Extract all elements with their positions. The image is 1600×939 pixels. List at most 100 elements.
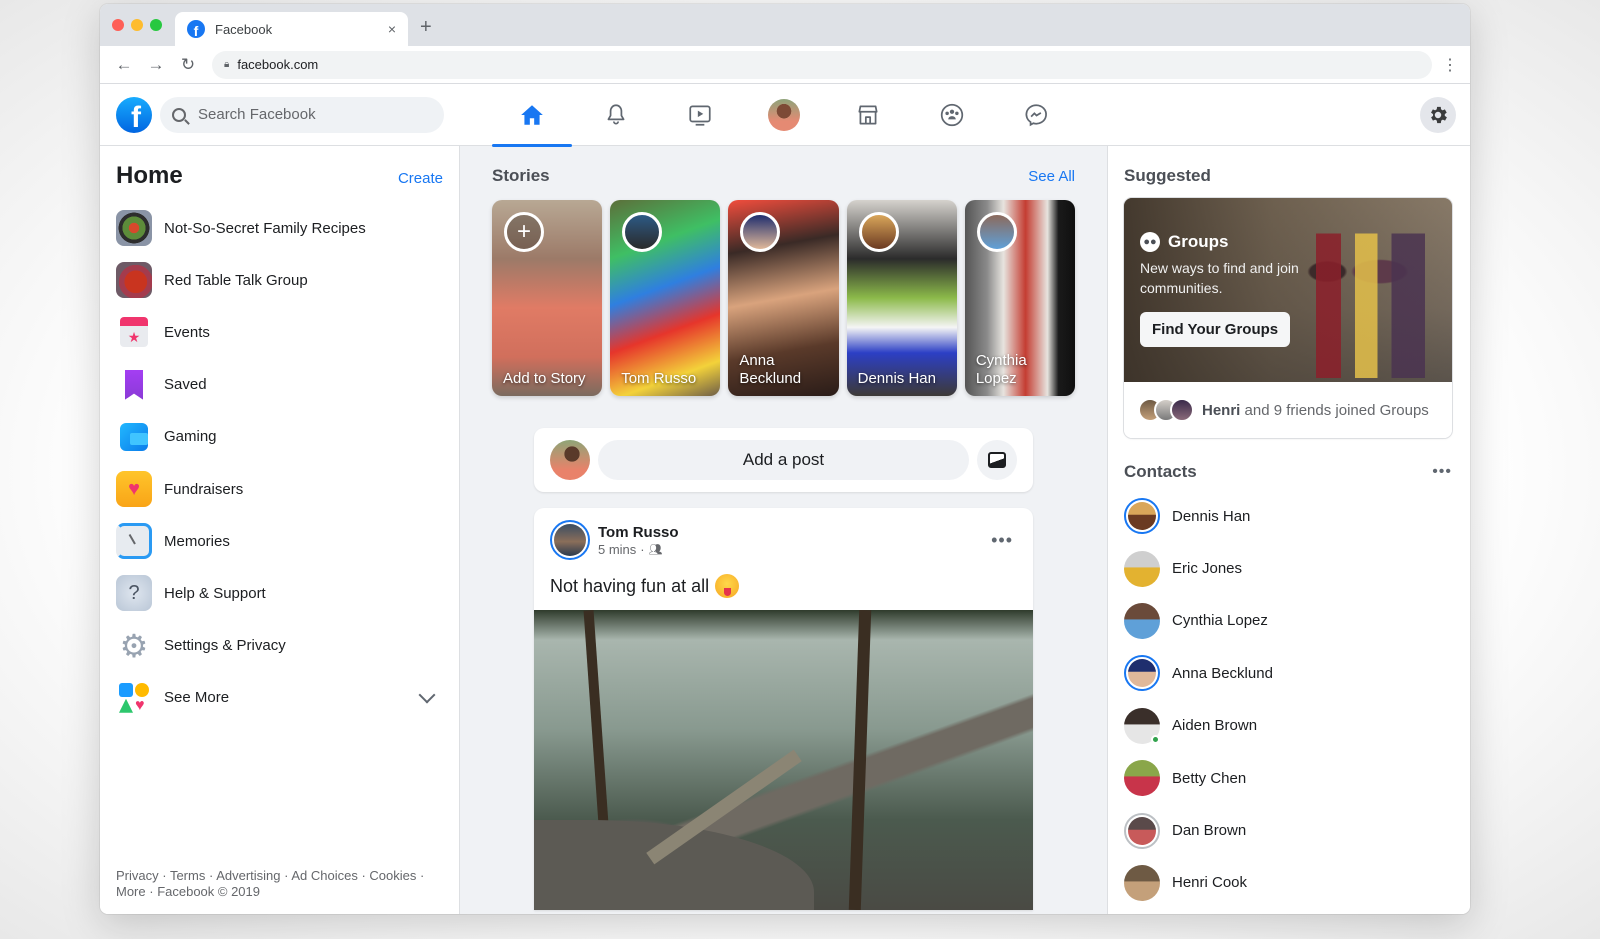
tab-marketplace[interactable] (826, 84, 910, 146)
contact-name: Dennis Han (1172, 507, 1251, 525)
post-timestamp[interactable]: 5 mins (598, 542, 636, 557)
post-options-button[interactable]: ••• (991, 530, 1017, 551)
footer-link-more[interactable]: More (116, 884, 146, 899)
add-post-input[interactable]: Add a post (598, 440, 969, 480)
forward-button[interactable]: → (140, 55, 172, 75)
story-avatar (976, 212, 1017, 252)
groups-social-proof[interactable]: Henri and 9 friends joined Groups (1124, 382, 1452, 438)
sidebar-item-label: Settings & Privacy (164, 637, 286, 655)
copyright: Facebook © 2019 (157, 884, 261, 899)
contact-avatar (1124, 498, 1160, 535)
address-bar[interactable]: 🔒︎ facebook.com (212, 50, 1432, 79)
shapes-icon: ♥ (116, 680, 152, 716)
contact-avatar (1124, 707, 1160, 744)
calendar-icon: ★ (116, 314, 152, 350)
question-glyph: ? (128, 581, 140, 604)
sidebar-item-memories[interactable]: Memories (116, 515, 443, 567)
sidebar-item-events[interactable]: ★ Events (116, 306, 443, 358)
back-button[interactable]: ← (108, 55, 140, 75)
post-photo[interactable] (534, 610, 1033, 910)
tab-watch[interactable] (658, 84, 742, 146)
new-tab-button[interactable]: + (420, 16, 432, 39)
find-your-groups-button[interactable]: Find Your Groups (1140, 312, 1291, 347)
groups-icon (940, 103, 964, 127)
post-text: Not having fun at all (550, 575, 710, 596)
story-avatar (622, 212, 663, 252)
separator: · (280, 868, 292, 883)
sidebar-item-family-recipes[interactable]: Not-So-Secret Family Recipes (116, 202, 443, 254)
sidebar-item-red-table-talk[interactable]: Red Table Talk Group (116, 254, 443, 306)
sidebar-item-label: Fundraisers (164, 480, 244, 498)
reload-button[interactable]: ↻ (172, 55, 204, 75)
groups-suggestion-card: ●● Groups New ways to find and join comm… (1124, 198, 1452, 438)
sidebar-item-fundraisers[interactable]: ♥ Fundraisers (116, 463, 443, 515)
settings-button[interactable] (1420, 97, 1456, 133)
tab-profile[interactable] (742, 84, 826, 146)
story-card[interactable]: Tom Russo (610, 200, 721, 396)
post-author[interactable]: Tom Russo (598, 524, 991, 541)
star-icon: ★ (127, 328, 141, 345)
footer-link-cookies[interactable]: Cookies (369, 868, 416, 883)
sidebar-item-see-more[interactable]: ♥ See More (116, 672, 443, 724)
facebook-top-nav: f (100, 84, 1470, 147)
video-icon (689, 105, 711, 126)
maximize-window-button[interactable] (150, 19, 162, 31)
news-feed: Stories See All + Add to Story Tom Russo… (460, 146, 1107, 914)
post-composer: Add a post (534, 428, 1033, 492)
story-name: Tom Russo (621, 370, 697, 387)
left-sidebar: Home Create Not-So-Secret Family Recipes… (100, 146, 460, 914)
create-link[interactable]: Create (398, 170, 443, 187)
close-tab-icon[interactable]: × (388, 21, 396, 37)
bell-icon (607, 104, 625, 125)
browser-menu-button[interactable]: ⋮ (1438, 55, 1462, 75)
friends-audience-icon: 👥︎ (648, 543, 663, 556)
story-card-add[interactable]: + Add to Story (492, 200, 603, 396)
see-all-stories-link[interactable]: See All (1028, 168, 1075, 185)
post-author-avatar[interactable] (550, 520, 590, 560)
tab-messenger[interactable] (994, 84, 1078, 146)
question-icon: ? (116, 575, 152, 612)
contact-item[interactable]: Aiden Brown (1124, 700, 1452, 752)
tab-home[interactable] (490, 84, 574, 147)
facebook-logo[interactable]: f (116, 96, 152, 133)
contact-item[interactable]: Dan Brown (1124, 804, 1452, 856)
minimize-window-button[interactable] (131, 19, 143, 31)
contacts-options-button[interactable]: ••• (1432, 463, 1452, 481)
footer-link-terms[interactable]: Terms (170, 868, 205, 883)
settings-gear-icon: ⚙ (116, 628, 152, 664)
footer-link-ad-choices[interactable]: Ad Choices (291, 868, 357, 883)
sidebar-item-gaming[interactable]: Gaming (116, 411, 443, 463)
story-card[interactable]: Dennis Han (846, 200, 957, 396)
add-photo-button[interactable] (977, 440, 1017, 480)
sidebar-item-saved[interactable]: Saved (116, 359, 443, 411)
search-input[interactable] (198, 106, 418, 123)
tab-groups[interactable] (910, 84, 994, 146)
search-box[interactable] (160, 96, 444, 133)
contact-item[interactable]: Betty Chen (1124, 752, 1452, 804)
contact-item[interactable]: Anna Becklund (1124, 647, 1452, 699)
contact-item[interactable]: Eric Jones (1124, 542, 1452, 594)
tab-notifications[interactable] (574, 84, 658, 146)
separator: · (416, 868, 425, 883)
my-avatar[interactable] (550, 440, 590, 480)
contact-item[interactable]: Dennis Han (1124, 490, 1452, 542)
contact-name: Eric Jones (1172, 560, 1243, 578)
contact-name: Dan Brown (1172, 822, 1247, 840)
chevron-down-icon[interactable] (418, 686, 436, 704)
group-recipes-icon (116, 210, 152, 247)
contact-item[interactable]: Henri Cook (1124, 857, 1452, 909)
contact-item[interactable]: Cynthia Lopez (1124, 595, 1452, 647)
close-window-button[interactable] (112, 19, 124, 31)
story-card[interactable]: Anna Becklund (728, 200, 839, 396)
story-card[interactable]: Cynthia Lopez (964, 200, 1076, 396)
separator: · (357, 868, 370, 883)
groups-icon: ●● (1140, 232, 1160, 252)
gear-icon (1431, 106, 1447, 124)
sidebar-item-settings[interactable]: ⚙ Settings & Privacy (116, 620, 443, 672)
sidebar-item-help[interactable]: ? Help & Support (116, 567, 443, 619)
footer-link-advertising[interactable]: Advertising (216, 868, 280, 883)
browser-tab[interactable]: f Facebook × (175, 12, 408, 46)
contact-avatar (1124, 602, 1160, 639)
footer-link-privacy[interactable]: Privacy (116, 868, 159, 883)
profile-avatar (768, 99, 800, 131)
